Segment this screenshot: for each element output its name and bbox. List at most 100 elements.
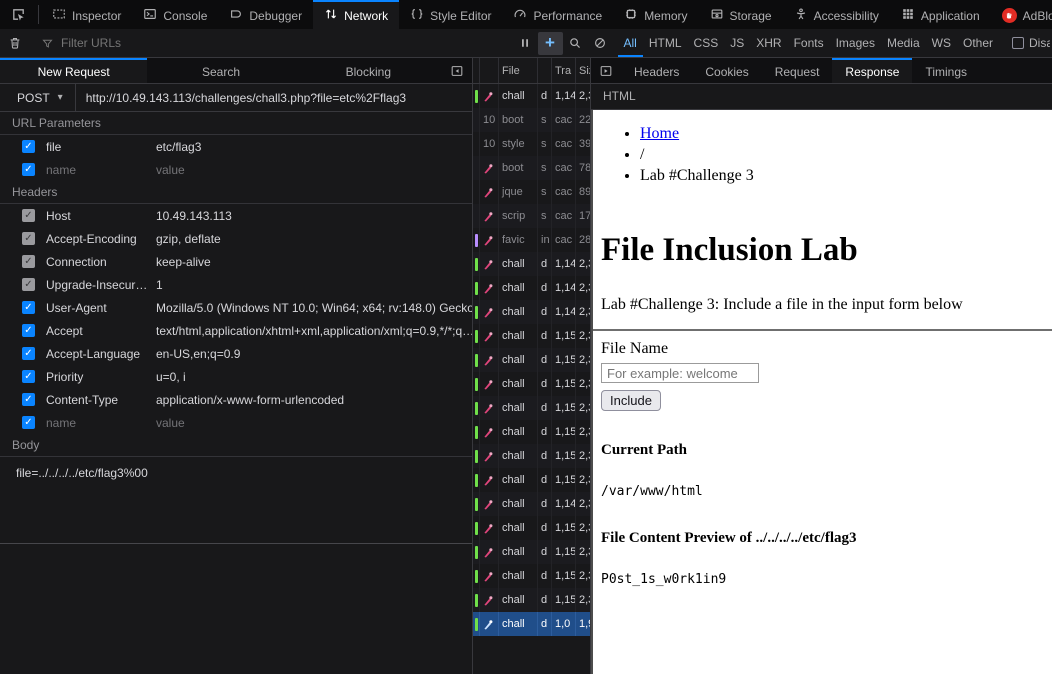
filter-pill-ws[interactable]: WS xyxy=(926,29,957,57)
filter-urls-input[interactable]: Filter URLs xyxy=(32,36,508,50)
network-request-row[interactable]: challd1,152,34 xyxy=(473,564,590,588)
network-request-row[interactable]: jquescac89, xyxy=(473,180,590,204)
param-name[interactable]: Accept-Encoding xyxy=(46,232,156,246)
file-name-input[interactable] xyxy=(601,363,759,383)
param-value[interactable]: keep-alive xyxy=(156,255,472,269)
param-name[interactable]: name xyxy=(46,163,156,177)
filter-pill-fonts[interactable]: Fonts xyxy=(788,29,830,57)
param-value[interactable]: application/x-www-form-urlencoded xyxy=(156,393,472,407)
network-request-row[interactable]: challd1,152,34 xyxy=(473,444,590,468)
tab-console[interactable]: Console xyxy=(132,0,218,29)
checkbox-icon[interactable]: ✓ xyxy=(22,324,35,337)
details-tab-response[interactable]: Response xyxy=(832,58,912,83)
tab-adblock[interactable]: AdBlock xyxy=(991,0,1052,29)
network-request-row[interactable]: challd1,142,3 xyxy=(473,84,590,108)
details-tab-headers[interactable]: Headers xyxy=(621,58,692,83)
method-select[interactable]: POST ▾ xyxy=(0,84,76,111)
network-request-row[interactable]: favicincac286 xyxy=(473,228,590,252)
tab-search[interactable]: Search xyxy=(147,58,294,83)
network-request-row[interactable]: challd1,152,3 xyxy=(473,516,590,540)
new-request-icon[interactable]: + xyxy=(538,32,563,55)
tab-network[interactable]: Network xyxy=(313,0,399,29)
param-value[interactable]: u=0, i xyxy=(156,370,472,384)
tab-performance[interactable]: Performance xyxy=(502,0,613,29)
network-request-row[interactable]: challd1,152,34 xyxy=(473,372,590,396)
body-textarea[interactable]: file=../../../../etc/flag3%00 xyxy=(0,457,472,544)
include-button[interactable]: Include xyxy=(601,390,661,411)
filter-pill-html[interactable]: HTML xyxy=(643,29,688,57)
param-value[interactable]: 10.49.143.113 xyxy=(156,209,472,223)
filter-pill-all[interactable]: All xyxy=(618,29,643,57)
section-headers[interactable]: Headers xyxy=(0,181,472,204)
param-name[interactable]: Accept-Language xyxy=(46,347,156,361)
tab-accessibility[interactable]: Accessibility xyxy=(783,0,890,29)
column-header-File[interactable]: File xyxy=(499,58,538,83)
checkbox-icon[interactable]: ✓ xyxy=(22,370,35,383)
param-value[interactable]: etc/flag3 xyxy=(156,140,472,154)
network-request-row[interactable]: scripscac17 xyxy=(473,204,590,228)
network-request-row[interactable]: challd1,152,34 xyxy=(473,468,590,492)
param-name[interactable]: file xyxy=(46,140,156,154)
section-body[interactable]: Body xyxy=(0,434,472,457)
checkbox-icon[interactable]: ✓ xyxy=(22,232,35,245)
network-request-row[interactable]: challd1,152,3 xyxy=(473,348,590,372)
response-payload-label[interactable]: HTML xyxy=(591,84,1052,110)
param-name[interactable]: Priority xyxy=(46,370,156,384)
param-name[interactable]: Content-Type xyxy=(46,393,156,407)
network-request-row[interactable]: challd1,142,3 xyxy=(473,252,590,276)
network-request-row[interactable]: challd1,152,3 xyxy=(473,396,590,420)
param-name[interactable]: User-Agent xyxy=(46,301,156,315)
column-header-Tra[interactable]: Tra xyxy=(552,58,576,83)
disable-cache-checkbox[interactable]: Disa xyxy=(1004,36,1050,50)
param-name[interactable]: Connection xyxy=(46,255,156,269)
network-request-row[interactable]: bootscac78, xyxy=(473,156,590,180)
network-request-row[interactable]: challd1,152,3 xyxy=(473,588,590,612)
network-request-row[interactable]: challd1,152,3 xyxy=(473,420,590,444)
pick-element-icon[interactable] xyxy=(0,0,36,29)
tab-new-request[interactable]: New Request xyxy=(0,58,147,83)
collapse-panel-icon[interactable] xyxy=(442,58,472,83)
tab-storage[interactable]: Storage xyxy=(699,0,783,29)
checkbox-icon[interactable]: ✓ xyxy=(22,140,35,153)
block-requests-icon[interactable] xyxy=(588,32,613,55)
param-name[interactable]: Host xyxy=(46,209,156,223)
network-request-row[interactable]: challd1,142,3 xyxy=(473,492,590,516)
filter-pill-css[interactable]: CSS xyxy=(688,29,725,57)
checkbox-icon[interactable]: ✓ xyxy=(22,163,35,176)
url-input[interactable]: http://10.49.143.113/challenges/chall3.p… xyxy=(76,91,416,105)
checkbox-icon[interactable]: ✓ xyxy=(22,393,35,406)
filter-pill-other[interactable]: Other xyxy=(957,29,999,57)
filter-pill-xhr[interactable]: XHR xyxy=(750,29,787,57)
param-value[interactable]: value xyxy=(156,416,472,430)
section-url-parameters[interactable]: URL Parameters xyxy=(0,112,472,135)
tab-inspector[interactable]: Inspector xyxy=(41,0,132,29)
network-request-row[interactable]: challd1,142,3 xyxy=(473,276,590,300)
pause-traffic-icon[interactable] xyxy=(513,32,538,55)
network-request-row[interactable]: challd1,152,3 xyxy=(473,324,590,348)
clear-requests-icon[interactable] xyxy=(2,32,27,55)
param-name[interactable]: name xyxy=(46,416,156,430)
checkbox-icon[interactable]: ✓ xyxy=(22,347,35,360)
network-request-row[interactable]: challd1,142,3 xyxy=(473,300,590,324)
tab-application[interactable]: Application xyxy=(890,0,991,29)
tab-debugger[interactable]: Debugger xyxy=(218,0,313,29)
network-request-row[interactable]: 10bootscac22, xyxy=(473,108,590,132)
checkbox-icon[interactable]: ✓ xyxy=(22,209,35,222)
details-pane-toggle-icon[interactable] xyxy=(591,58,621,83)
filter-pill-media[interactable]: Media xyxy=(881,29,926,57)
column-header-Siz[interactable]: Siz xyxy=(576,58,590,83)
checkbox-icon[interactable]: ✓ xyxy=(22,416,35,429)
details-tab-request[interactable]: Request xyxy=(762,58,833,83)
param-name[interactable]: Upgrade-Insecur… xyxy=(46,278,156,292)
column-header-blank[interactable] xyxy=(480,58,499,83)
param-value[interactable]: gzip, deflate xyxy=(156,232,472,246)
column-header-blank[interactable] xyxy=(538,58,552,83)
checkbox-icon[interactable]: ✓ xyxy=(22,301,35,314)
param-value[interactable]: 1 xyxy=(156,278,472,292)
checkbox-icon[interactable]: ✓ xyxy=(22,278,35,291)
home-link[interactable]: Home xyxy=(640,125,679,142)
param-value[interactable]: text/html,application/xhtml+xml,applicat… xyxy=(156,324,472,338)
tab-blocking[interactable]: Blocking xyxy=(295,58,442,83)
search-icon[interactable] xyxy=(563,32,588,55)
network-request-row[interactable]: 10stylescac393 xyxy=(473,132,590,156)
